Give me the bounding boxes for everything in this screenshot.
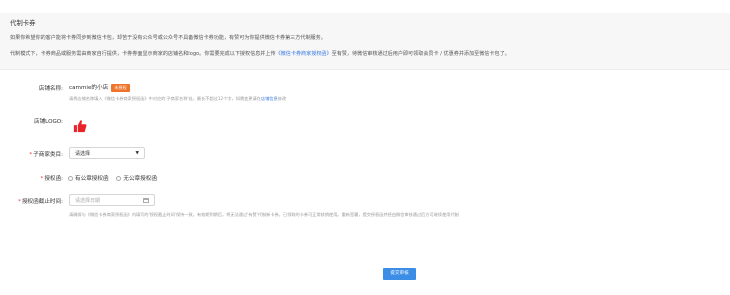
deadline-date-input[interactable]: 请选择日期: [69, 194, 155, 206]
shop-info-link[interactable]: 店铺信息: [261, 96, 278, 101]
submit-review-button[interactable]: 提交审核: [383, 268, 416, 280]
deadline-hint: 请确保与《微信卡券商家授权函》内填写的'授权截止时间'保持一致。有效期到期后，将…: [69, 212, 459, 217]
radio-without-seal[interactable]: 无公章授权函: [116, 174, 157, 182]
shop-name-hint-text: 请将店铺名称填入《微信卡券商家授权函》中对应的'子商家名称'处，最长不超过12个…: [69, 96, 261, 101]
caret-down-icon: ▼: [135, 151, 139, 156]
shop-name-hint-tail: 修改: [277, 96, 287, 101]
category-label: *子商家类目:: [29, 152, 63, 158]
radio-with-seal[interactable]: 有公章授权函: [68, 174, 109, 182]
authorization-letter-link[interactable]: 《微信卡券商家授权函》: [276, 51, 332, 57]
logo-label: 店铺LOGO:: [33, 119, 63, 125]
deadline-label-text: 授权函截止时间:: [21, 199, 63, 205]
radio-with-seal-label: 有公章授权函: [75, 176, 109, 182]
notice-line-2-tail: 至有赞，待微信审核通过后用户即可领取会员卡 / 优惠券并添加至微信卡包了。: [331, 51, 510, 57]
category-select[interactable]: 请选择 ▼: [69, 147, 145, 159]
deadline-placeholder: 请选择日期: [75, 198, 101, 204]
unauthorized-badge: 未授权: [111, 83, 130, 92]
auth-letter-label: *授权函:: [40, 176, 63, 182]
notice-line-1: 如果你希望你的客户能将卡券同步到微信卡包，却苦于没有公众号或公众号不具备微信卡券…: [10, 35, 326, 41]
radio-circle: [116, 176, 122, 181]
radio-without-seal-label: 无公章授权函: [123, 176, 157, 182]
notice-title: 代制卡券: [10, 19, 36, 27]
thumbs-up-icon: [73, 120, 87, 133]
calendar-icon: [143, 197, 149, 203]
category-label-text: 子商家类目:: [33, 152, 63, 158]
notice-panel: 代制卡券 如果你希望你的客户能将卡券同步到微信卡包，却苦于没有公众号或公众号不具…: [0, 13, 730, 70]
category-select-value: 请选择: [75, 151, 91, 157]
radio-circle: [68, 176, 73, 181]
auth-letter-radio-group: 有公章授权函 无公章授权函: [68, 174, 163, 182]
shop-name-label: 店铺名称:: [38, 86, 63, 92]
shop-name-hint: 请将店铺名称填入《微信卡券商家授权函》中对应的'子商家名称'处，最长不超过12个…: [69, 96, 286, 102]
notice-line-2-text: 代制模式下，卡券商品或服务需由商家自行提供，卡券券面显示商家的店铺名和logo。…: [10, 51, 276, 57]
shop-name-text: cammie的小店: [69, 85, 109, 91]
auth-letter-label-text: 授权函:: [44, 176, 63, 182]
deadline-label: *授权函截止时间:: [18, 199, 63, 205]
notice-line-2: 代制模式下，卡券商品或服务需由商家自行提供，卡券券面显示商家的店铺名和logo。…: [10, 50, 510, 57]
shop-name-value: cammie的小店 未授权: [69, 83, 130, 92]
